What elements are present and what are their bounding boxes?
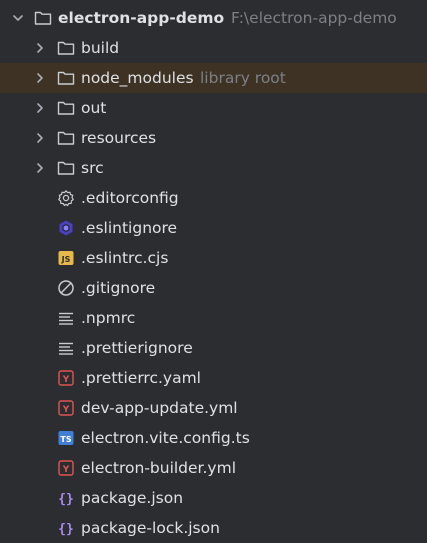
- file-name: package-lock.json: [81, 519, 220, 537]
- tree-row-folder-node-modules[interactable]: node_modules library root: [0, 63, 427, 93]
- folder-icon: [57, 161, 75, 175]
- file-name: electron-builder.yml: [81, 459, 237, 477]
- tree-row-file-eslintignore[interactable]: .eslintignore: [0, 213, 427, 243]
- file-name: dev-app-update.yml: [81, 399, 238, 417]
- chevron-right-icon[interactable]: [33, 131, 47, 145]
- folder-name: src: [81, 159, 104, 177]
- js-file-icon: JS: [58, 251, 74, 265]
- tree-row-folder-resources[interactable]: resources: [0, 123, 427, 153]
- text-file-icon: [59, 342, 73, 355]
- folder-icon: [34, 11, 52, 25]
- text-file-icon: [59, 312, 73, 325]
- file-name: .eslintrc.cjs: [81, 249, 169, 267]
- folder-icon: [57, 101, 75, 115]
- yaml-file-icon: Y: [58, 370, 74, 386]
- tree-row-file-dev-app-update-yml[interactable]: Y dev-app-update.yml: [0, 393, 427, 423]
- tree-row-file-package-json[interactable]: {} package.json: [0, 483, 427, 513]
- folder-icon: [57, 131, 75, 145]
- file-name: .gitignore: [81, 279, 156, 297]
- file-name: .eslintignore: [81, 219, 178, 237]
- yaml-badge-text: Y: [62, 465, 70, 475]
- yaml-badge-text: Y: [62, 405, 70, 415]
- ignore-file-icon: [58, 280, 74, 296]
- folder-name: out: [81, 99, 107, 117]
- json-file-icon: {}: [58, 492, 74, 507]
- json-badge-text: {}: [58, 492, 74, 507]
- yaml-file-icon: Y: [58, 400, 74, 416]
- file-name: .prettierrc.yaml: [81, 369, 201, 387]
- yaml-badge-text: Y: [62, 375, 70, 385]
- folder-name: build: [81, 39, 120, 57]
- folder-name: node_modules: [81, 69, 194, 87]
- ts-badge-text: TS: [60, 435, 71, 444]
- tree-row-file-gitignore[interactable]: .gitignore: [0, 273, 427, 303]
- chevron-right-icon[interactable]: [33, 41, 47, 55]
- tree-row-file-npmrc[interactable]: .npmrc: [0, 303, 427, 333]
- tree-row-folder-out[interactable]: out: [0, 93, 427, 123]
- folder-icon: [57, 41, 75, 55]
- gear-icon: [58, 190, 74, 207]
- tree-row-file-eslintrc-cjs[interactable]: JS .eslintrc.cjs: [0, 243, 427, 273]
- chevron-right-icon[interactable]: [33, 161, 47, 175]
- ts-file-icon: TS: [58, 431, 74, 445]
- tree-row-file-package-lock-json[interactable]: {} package-lock.json: [0, 513, 427, 543]
- chevron-right-icon[interactable]: [33, 101, 47, 115]
- folder-name: resources: [81, 129, 157, 147]
- file-name: .prettierignore: [81, 339, 193, 357]
- project-name: electron-app-demo: [58, 9, 225, 27]
- file-name: electron.vite.config.ts: [81, 429, 250, 447]
- tree-row-file-editorconfig[interactable]: .editorconfig: [0, 183, 427, 213]
- file-name: .editorconfig: [81, 189, 179, 207]
- yaml-file-icon: Y: [58, 460, 74, 476]
- chevron-down-icon[interactable]: [11, 11, 25, 25]
- tree-row-file-electron-vite-config-ts[interactable]: TS electron.vite.config.ts: [0, 423, 427, 453]
- json-file-icon: {}: [58, 522, 74, 537]
- chevron-right-icon[interactable]: [33, 71, 47, 85]
- js-badge-text: JS: [61, 255, 71, 264]
- project-tree: electron-app-demo F:\electron-app-demo b…: [0, 0, 427, 540]
- tree-row-file-prettierrc-yaml[interactable]: Y .prettierrc.yaml: [0, 363, 427, 393]
- tree-row-folder-src[interactable]: src: [0, 153, 427, 183]
- tree-row-folder-build[interactable]: build: [0, 33, 427, 63]
- library-root-hint: library root: [200, 69, 286, 87]
- eslint-icon: [59, 220, 73, 236]
- tree-row-file-prettierignore[interactable]: .prettierignore: [0, 333, 427, 363]
- tree-row-file-electron-builder-yml[interactable]: Y electron-builder.yml: [0, 453, 427, 483]
- tree-row-project-root[interactable]: electron-app-demo F:\electron-app-demo: [0, 3, 427, 33]
- json-badge-text: {}: [58, 522, 74, 537]
- file-name: package.json: [81, 489, 184, 507]
- file-name: .npmrc: [81, 309, 136, 327]
- project-path: F:\electron-app-demo: [231, 9, 397, 27]
- folder-icon: [57, 71, 75, 85]
